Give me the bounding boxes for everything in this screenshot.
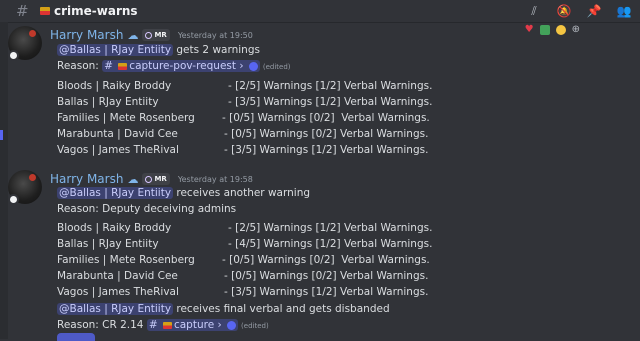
list-item: Ballas | RJay Entiity [57, 238, 159, 250]
user-mention[interactable]: @Ballas | RJay Entiity [57, 44, 174, 56]
cloud-icon: ☁ [127, 172, 139, 186]
pin-icon[interactable]: 📌 [586, 3, 602, 19]
final-line: @Ballas | RJay Entiity receives final ve… [57, 303, 390, 315]
list-item: Vagos | James TheRival [57, 286, 179, 298]
status-dot [8, 194, 19, 205]
flag-emoji-icon [40, 7, 50, 15]
timestamp: Yesterday at 19:50 [177, 30, 253, 40]
reason-line: Reason: # capture-pov-request › (edited) [57, 60, 291, 72]
final-reason-line: Reason: CR 2.14 # capture › (edited) [57, 319, 269, 331]
list-item: Marabunta | David Cee [57, 128, 178, 140]
list-item: Families | Mete Rosenberg [57, 112, 195, 124]
author-name[interactable]: Harry Marsh [50, 28, 123, 42]
list-item-status: - [3/5] Warnings [1/2] Verbal Warnings. [224, 144, 429, 156]
channel-mention[interactable]: # capture-pov-request › [102, 60, 260, 72]
hash-icon: # [16, 2, 29, 20]
list-item-status: - [2/5] Warnings [1/2] Verbal Warnings. [228, 80, 433, 92]
headline: @Ballas | RJay Entiity receives another … [57, 187, 311, 199]
list-item-status: - [4/5] Warnings [1/2] Verbal Warnings. [228, 238, 433, 250]
user-mention[interactable]: @Ballas | RJay Entiity [57, 187, 174, 199]
list-item-status: - [0/5] Warnings [0/2] Verbal Warnings. [222, 254, 430, 266]
flag-emoji-icon [162, 321, 172, 329]
emoji-face-icon[interactable] [555, 24, 566, 35]
list-item-status: - [3/5] Warnings [1/2] Verbal Warnings. [224, 286, 429, 298]
more-icon[interactable]: ⊕ [572, 24, 580, 35]
author-name[interactable]: Harry Marsh [50, 172, 123, 186]
channel-mention[interactable]: # capture › [146, 319, 239, 331]
timestamp: Yesterday at 19:58 [177, 174, 253, 184]
channel-name: crime-warns [54, 4, 138, 18]
members-icon[interactable]: 👥 [616, 3, 632, 19]
list-item-status: - [0/5] Warnings [0/2] Verbal Warnings. [224, 270, 429, 282]
list-item: Bloods | Raiky Broddy [57, 80, 172, 92]
reason-line: Reason: Deputy deceiving admins [57, 203, 237, 215]
unread-marker [0, 130, 3, 140]
list-item: Families | Mete Rosenberg [57, 254, 195, 266]
threads-icon[interactable]: ⫽ [526, 3, 542, 19]
list-item: Ballas | RJay Entiity [57, 96, 159, 108]
flag-emoji-icon [118, 62, 128, 70]
channel-header: # crime-warns ⫽ 🔕 📌 👥 [0, 0, 640, 23]
heart-icon[interactable]: ♥ [525, 24, 534, 35]
check-icon[interactable] [539, 24, 550, 35]
clan-tag[interactable]: MR [142, 173, 170, 185]
headline: @Ballas | RJay Entiity gets 2 warnings [57, 44, 260, 56]
status-dot [8, 50, 19, 61]
list-item-status: - [3/5] Warnings [1/2] Verbal Warnings. [228, 96, 433, 108]
chat-bubble-icon [227, 320, 237, 330]
list-item-status: - [0/5] Warnings [0/2] Verbal Warnings. [222, 112, 430, 124]
list-item: Vagos | James TheRival [57, 144, 179, 156]
list-item: Marabunta | David Cee [57, 270, 178, 282]
mute-bell-icon[interactable]: 🔕 [556, 3, 572, 19]
user-mention[interactable]: @Ballas | RJay Entiity [57, 303, 174, 315]
clan-tag[interactable]: MR [142, 29, 170, 41]
list-item: Bloods | Raiky Broddy [57, 222, 172, 234]
reaction-strip: ♥ ⊕ [525, 24, 580, 35]
partial-button[interactable] [57, 333, 95, 341]
list-item-status: - [2/5] Warnings [1/2] Verbal Warnings. [228, 222, 433, 234]
channel-list-edge [0, 22, 8, 339]
cloud-icon: ☁ [127, 28, 139, 42]
list-item-status: - [0/5] Warnings [0/2] Verbal Warnings. [224, 128, 429, 140]
chat-bubble-icon [248, 61, 258, 71]
